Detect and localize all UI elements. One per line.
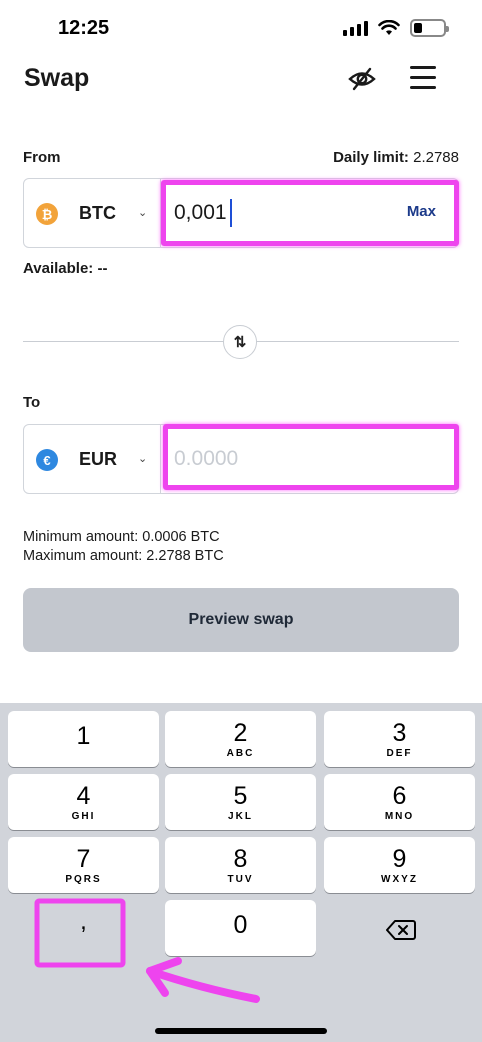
to-currency-select[interactable]: € EUR ⌄: [24, 425, 161, 493]
amount-limits: Minimum amount: 0.0006 BTC Maximum amoun…: [23, 528, 224, 566]
key-8[interactable]: 8 TUV: [165, 837, 316, 893]
cellular-signal-icon: [343, 20, 368, 36]
key-1[interactable]: 1: [8, 711, 159, 767]
key-letters: DEF: [386, 748, 413, 759]
key-letters: PQRS: [65, 874, 102, 885]
daily-limit: Daily limit: 2.2788: [333, 149, 459, 166]
backspace-icon[interactable]: [386, 919, 416, 941]
key-7[interactable]: 7 PQRS: [8, 837, 159, 893]
eye-slash-icon[interactable]: [346, 64, 378, 94]
available-balance: Available: --: [23, 260, 108, 277]
key-2[interactable]: 2 ABC: [165, 711, 316, 767]
key-letters: WXYZ: [381, 874, 418, 885]
swap-arrows-icon[interactable]: ⇅: [223, 325, 257, 359]
key-6[interactable]: 6 MNO: [324, 774, 475, 830]
annotation-highlight-from-amount: [161, 180, 459, 246]
status-icons: [343, 19, 449, 37]
key-digit: 4: [76, 782, 91, 810]
key-digit: 5: [233, 782, 248, 810]
wifi-icon: [378, 20, 400, 35]
key-3[interactable]: 3 DEF: [324, 711, 475, 767]
preview-swap-button[interactable]: Preview swap: [23, 588, 459, 652]
key-digit: 3: [392, 719, 407, 747]
chevron-down-icon: ⌄: [138, 453, 148, 465]
numeric-keyboard: 1 2 ABC 3 DEF 4 GHI 5 JKL 6 MNO 7 PQRS 8…: [0, 703, 482, 1042]
key-letters: GHI: [71, 811, 96, 822]
key-digit: 6: [392, 782, 407, 810]
chevron-down-icon: ⌄: [138, 207, 148, 219]
key-digit: 1: [76, 722, 91, 750]
key-letters: JKL: [228, 811, 253, 822]
key-digit: 9: [392, 845, 407, 873]
from-currency-code: BTC: [79, 203, 116, 223]
key-decimal[interactable]: ,: [8, 900, 159, 956]
key-letters: TUV: [227, 874, 254, 885]
euro-icon: €: [36, 449, 58, 471]
bitcoin-icon: ₿: [36, 203, 58, 225]
from-label: From: [23, 149, 61, 166]
key-digit: 0: [233, 911, 248, 939]
key-digit: 7: [76, 845, 91, 873]
key-4[interactable]: 4 GHI: [8, 774, 159, 830]
to-label: To: [23, 394, 41, 411]
battery-icon: [410, 19, 449, 37]
annotation-highlight-to-amount: [163, 424, 459, 490]
status-time: 12:25: [58, 17, 110, 39]
key-letters: ABC: [226, 748, 255, 759]
key-0[interactable]: 0: [165, 900, 316, 956]
key-digit: 8: [233, 845, 248, 873]
hamburger-menu-icon[interactable]: [410, 66, 442, 92]
key-5[interactable]: 5 JKL: [165, 774, 316, 830]
maximum-amount: Maximum amount: 2.2788 BTC: [23, 548, 224, 564]
daily-limit-label: Daily limit:: [333, 149, 409, 166]
status-bar: 12:25: [0, 0, 482, 56]
daily-limit-value: 2.2788: [413, 149, 459, 166]
key-decimal-label: ,: [80, 908, 87, 935]
from-currency-select[interactable]: ₿ BTC ⌄: [24, 179, 161, 247]
key-letters: MNO: [384, 811, 415, 822]
home-indicator: [155, 1028, 327, 1034]
to-currency-code: EUR: [79, 449, 118, 469]
header: Swap: [0, 56, 482, 102]
page-title: Swap: [24, 64, 90, 92]
key-9[interactable]: 9 WXYZ: [324, 837, 475, 893]
minimum-amount: Minimum amount: 0.0006 BTC: [23, 529, 220, 545]
key-digit: 2: [233, 719, 248, 747]
